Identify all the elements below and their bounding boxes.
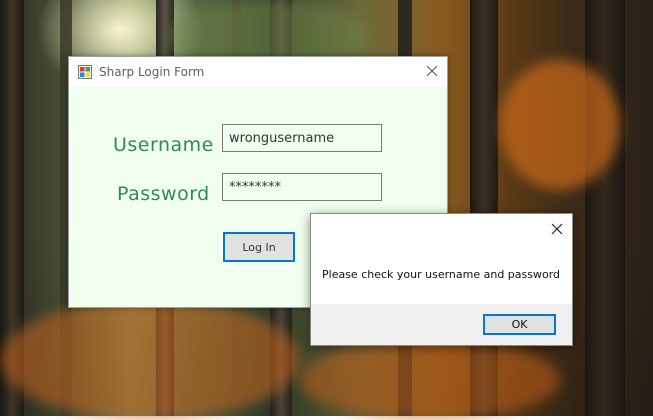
- windows-form-icon: [78, 64, 92, 79]
- message-text: Please check your username and password: [322, 268, 561, 281]
- autumn-foliage: [0, 300, 300, 420]
- close-icon[interactable]: [550, 221, 564, 235]
- username-input[interactable]: [222, 124, 382, 152]
- password-input[interactable]: [222, 173, 382, 201]
- password-label: Password: [117, 183, 210, 205]
- window-title: Sharp Login Form: [99, 65, 205, 79]
- tree-trunk: [585, 0, 625, 416]
- close-icon[interactable]: [425, 63, 439, 77]
- message-box: Please check your username and password …: [310, 213, 573, 346]
- login-button[interactable]: Log In: [223, 232, 295, 262]
- login-window-titlebar[interactable]: Sharp Login Form: [69, 57, 447, 86]
- autumn-foliage: [500, 60, 620, 190]
- message-box-footer: OK: [311, 304, 572, 345]
- ok-button[interactable]: OK: [483, 314, 556, 335]
- autumn-foliage: [300, 340, 560, 420]
- username-label: Username: [113, 134, 214, 156]
